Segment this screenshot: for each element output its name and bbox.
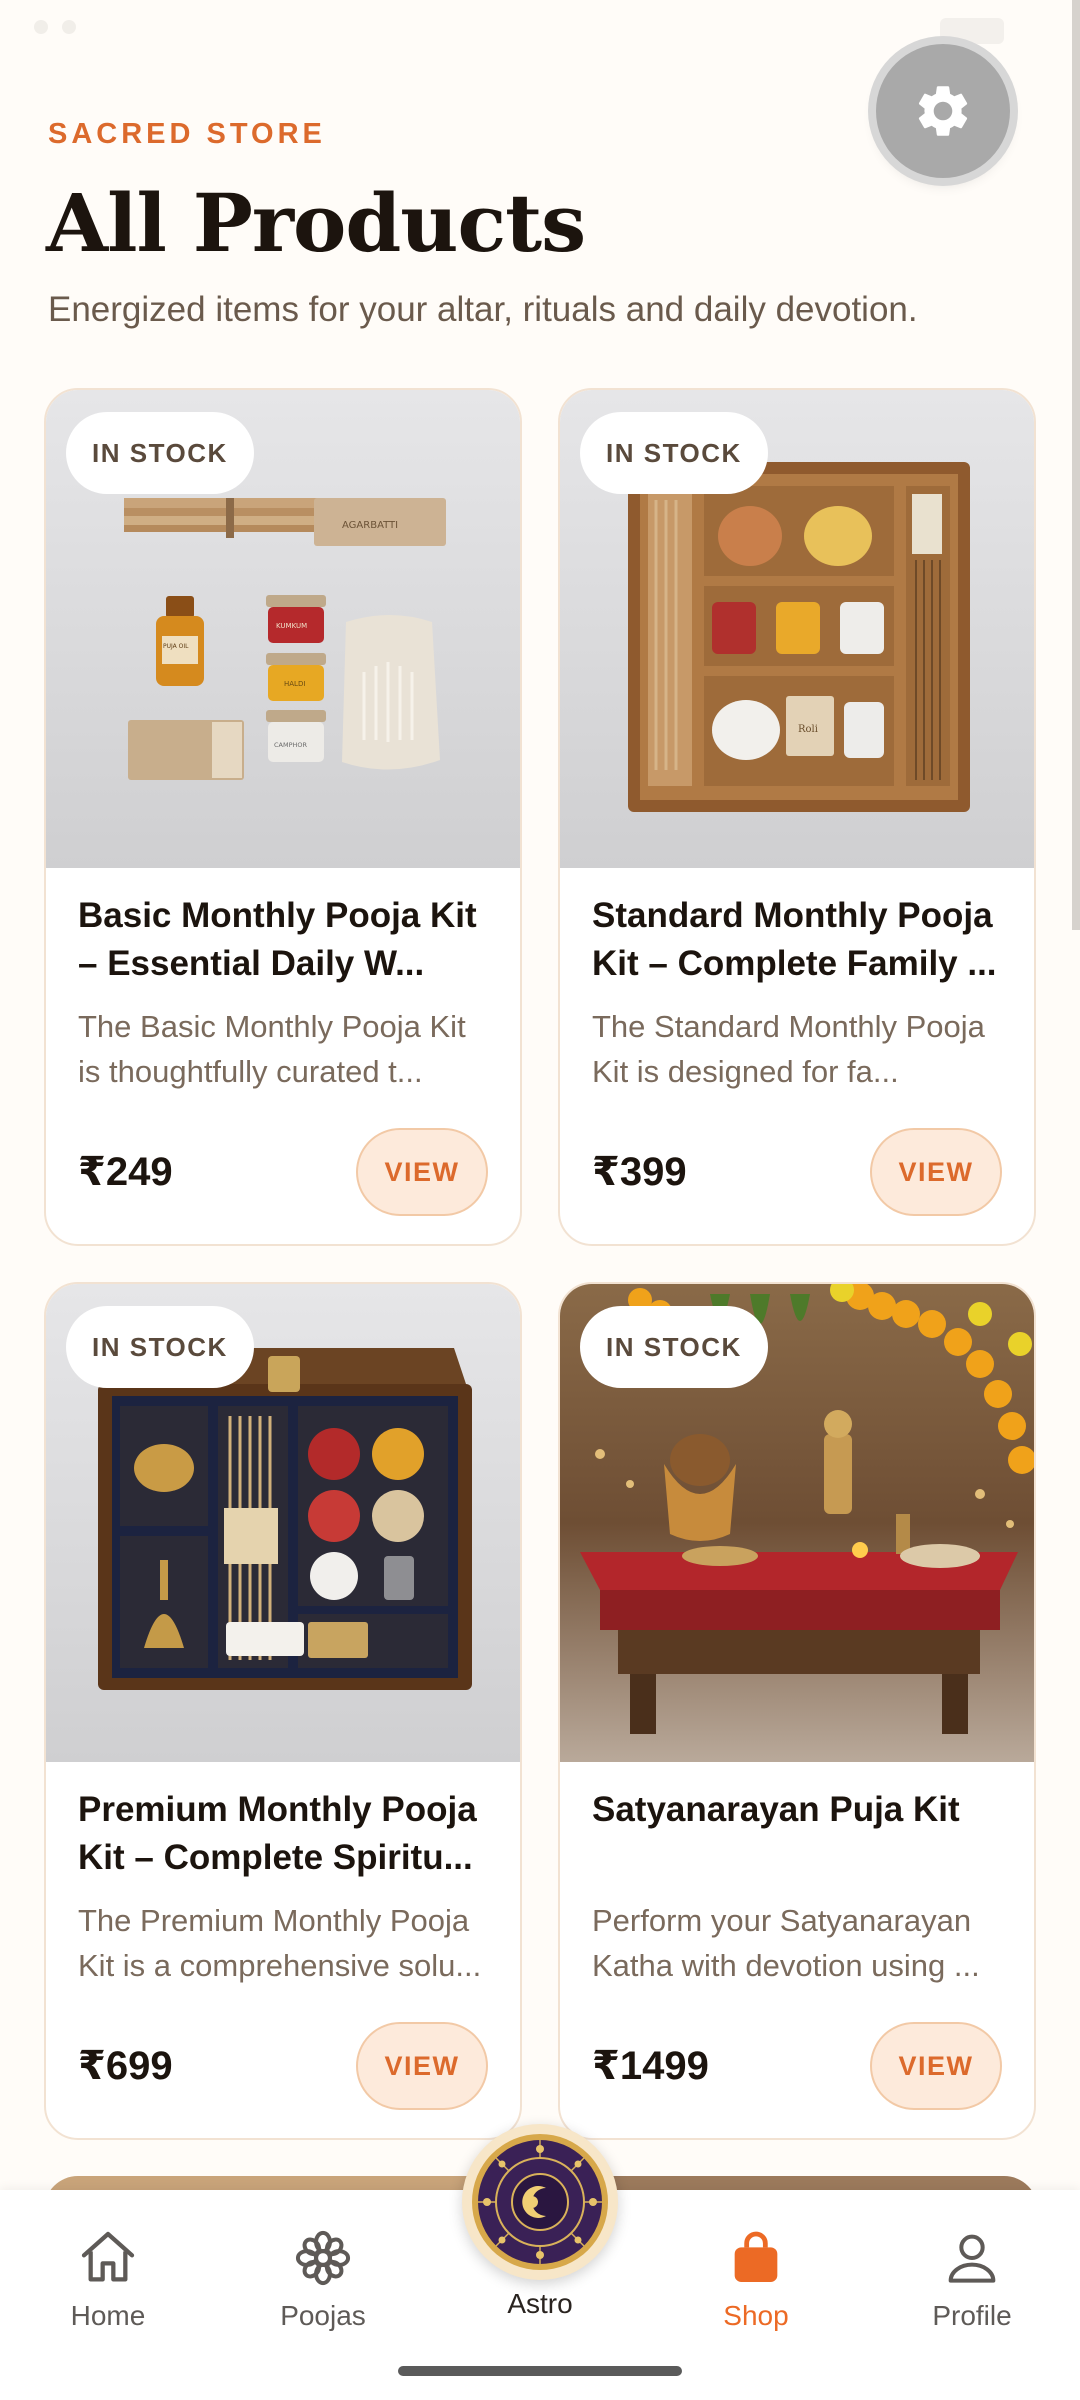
home-icon xyxy=(81,2231,135,2282)
nav-item-profile[interactable]: Profile xyxy=(892,2226,1052,2332)
home-indicator[interactable] xyxy=(398,2366,682,2376)
product-image[interactable]: IN STOCK xyxy=(46,1284,520,1762)
image-label: Roli xyxy=(798,724,818,735)
gear-icon xyxy=(918,86,968,136)
view-button[interactable]: VIEW xyxy=(356,2022,488,2110)
product-grid: AGARBATTI PUJA OIL KUMKUM HALDI CAMPHOR xyxy=(44,388,1038,2140)
image-label: KUMKUM xyxy=(276,622,307,630)
nav-label: Poojas xyxy=(280,2300,366,2331)
nav-label-astro: Astro xyxy=(507,2288,573,2319)
product-image[interactable]: Roli IN STOCK xyxy=(560,390,1034,868)
product-price: ₹1499 xyxy=(592,2044,709,2088)
product-image[interactable]: IN STOCK xyxy=(560,1284,1034,1762)
image-label: PUJA OIL xyxy=(163,643,189,650)
scrollbar[interactable] xyxy=(1072,0,1080,930)
product-price: ₹399 xyxy=(592,1150,687,1194)
image-label: HALDI xyxy=(284,680,305,688)
battery-icon xyxy=(940,18,1004,44)
person-icon xyxy=(948,2234,996,2283)
product-card[interactable]: IN STOCK Satyanarayan Puja Kit Perform y… xyxy=(558,1282,1036,2140)
product-description: Perform your Satyanarayan Katha with dev… xyxy=(592,1903,980,1983)
view-button[interactable]: VIEW xyxy=(870,2022,1002,2110)
stock-badge: IN STOCK xyxy=(66,1306,254,1388)
zodiac-wheel-icon xyxy=(472,2134,608,2270)
nav-item-shop[interactable]: Shop xyxy=(676,2226,836,2332)
product-card[interactable]: IN STOCK Premium Monthly Pooja Kit – Com… xyxy=(44,1282,522,2140)
product-title[interactable]: Premium Monthly Pooja Kit – Complete Spi… xyxy=(78,1786,488,1882)
flower-icon xyxy=(295,2230,351,2286)
image-label: AGARBATTI xyxy=(342,520,398,531)
section-eyebrow: SACRED STORE xyxy=(48,118,326,150)
page-subtitle: Energized items for your altar, rituals … xyxy=(48,290,918,329)
product-card[interactable]: Roli IN STOCK Standard Monthly Pooja Kit… xyxy=(558,388,1036,1246)
nav-label: Home xyxy=(70,2300,146,2331)
stock-badge: IN STOCK xyxy=(66,412,254,494)
nav-label: Profile xyxy=(932,2300,1012,2331)
settings-button[interactable] xyxy=(876,44,1010,178)
product-image[interactable]: AGARBATTI PUJA OIL KUMKUM HALDI CAMPHOR xyxy=(46,390,520,868)
status-icon xyxy=(34,20,48,34)
shopping-bag-icon xyxy=(734,2231,778,2282)
product-card[interactable]: AGARBATTI PUJA OIL KUMKUM HALDI CAMPHOR xyxy=(44,388,522,1246)
product-price: ₹249 xyxy=(78,1150,173,1194)
view-button[interactable]: VIEW xyxy=(870,1128,1002,1216)
product-description: The Standard Monthly Pooja Kit is design… xyxy=(592,1009,985,1089)
product-title[interactable]: Standard Monthly Pooja Kit – Complete Fa… xyxy=(592,892,1002,988)
stock-badge: IN STOCK xyxy=(580,1306,768,1388)
product-title[interactable]: Basic Monthly Pooja Kit – Essential Dail… xyxy=(78,892,488,988)
view-button[interactable]: VIEW xyxy=(356,1128,488,1216)
page-title: All Products xyxy=(46,176,586,270)
shop-screen: SACRED STORE All Products Energized item… xyxy=(0,0,1080,2400)
product-description: The Basic Monthly Pooja Kit is thoughtfu… xyxy=(78,1009,466,1089)
image-label: CAMPHOR xyxy=(274,741,308,749)
product-description: The Premium Monthly Pooja Kit is a compr… xyxy=(78,1903,482,1983)
nav-item-home[interactable]: Home xyxy=(28,2226,188,2332)
stock-badge: IN STOCK xyxy=(580,412,768,494)
nav-label: Shop xyxy=(723,2300,789,2331)
status-icon xyxy=(62,20,76,34)
product-title[interactable]: Satyanarayan Puja Kit xyxy=(592,1786,1002,1882)
nav-item-poojas[interactable]: Poojas xyxy=(243,2226,403,2332)
product-price: ₹699 xyxy=(78,2044,173,2088)
nav-item-astro[interactable] xyxy=(462,2124,618,2280)
